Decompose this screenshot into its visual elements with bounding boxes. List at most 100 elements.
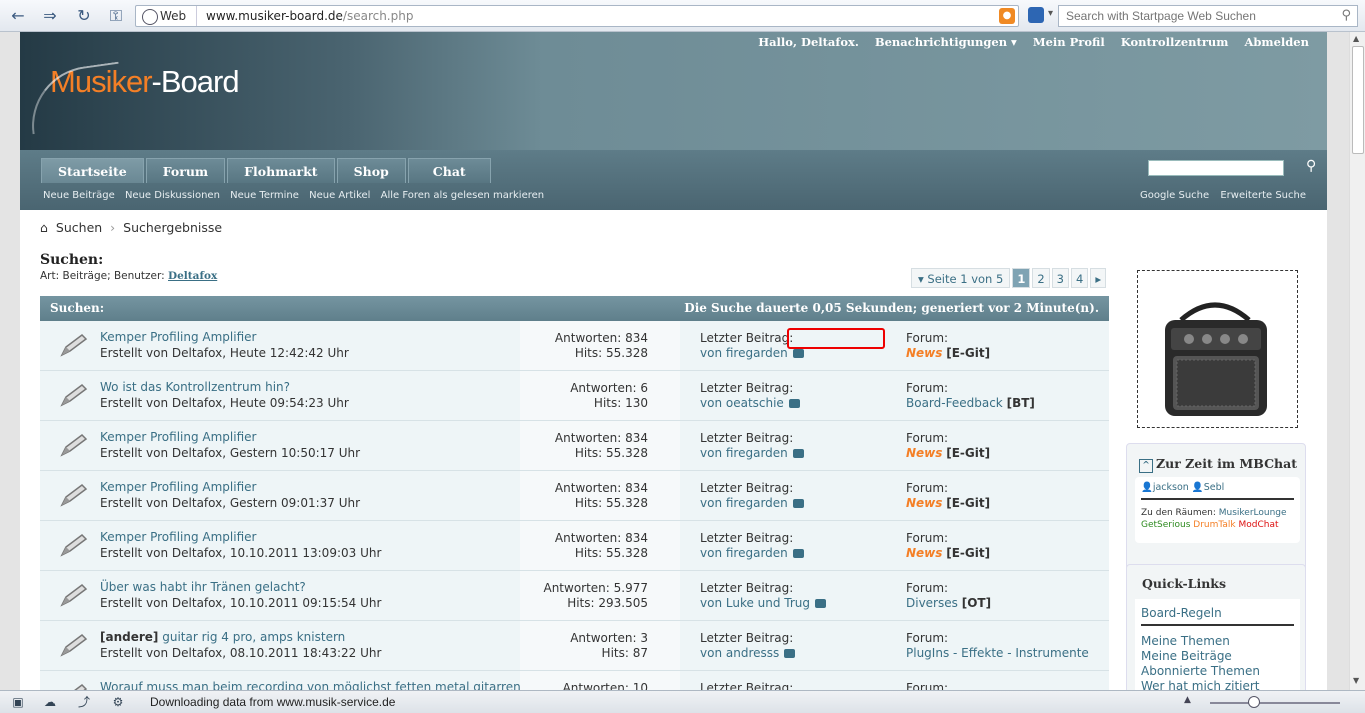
quick-link-my-threads[interactable]: Meine Themen <box>1141 634 1294 649</box>
forum-page: Musiker-Board Hallo, Deltafox. Benachric… <box>20 32 1327 690</box>
subnav-new-events[interactable]: Neue Termine <box>230 190 299 201</box>
last-post-author[interactable]: von firegarden <box>700 546 788 560</box>
quick-link-subscribed[interactable]: Abonnierte Themen <box>1141 664 1294 679</box>
page-dropdown[interactable]: ▾ Seite 1 von 5 <box>911 268 1011 288</box>
chat-user[interactable]: jackson <box>1153 482 1189 493</box>
tab-flohmarkt[interactable]: Flohmarkt <box>227 158 335 183</box>
quick-links-widget: Quick-Links Board-Regeln Meine Themen Me… <box>1126 564 1306 690</box>
tab-startseite[interactable]: Startseite <box>41 158 144 183</box>
forum-tag: [OT] <box>961 596 992 610</box>
forum-news[interactable]: News <box>906 446 942 460</box>
quick-link-my-posts[interactable]: Meine Beiträge <box>1141 649 1294 664</box>
go-to-post-icon[interactable] <box>784 649 796 658</box>
quick-link-quoted[interactable]: Wer hat mich zitiert <box>1141 679 1294 690</box>
thread-title[interactable]: Worauf muss man beim recording von mögli… <box>100 679 521 690</box>
thread-title[interactable]: Kemper Profiling Amplifier <box>100 329 349 345</box>
advanced-search-link[interactable]: Erweiterte Suche <box>1220 190 1306 201</box>
home-icon[interactable]: ⌂ <box>40 220 48 235</box>
browser-search-box[interactable]: ⚲ <box>1058 5 1358 27</box>
cloud-icon[interactable]: ☁ <box>42 695 58 709</box>
rss-icon[interactable]: ● <box>999 8 1015 24</box>
last-post-author[interactable]: von firegarden <box>700 496 788 510</box>
result-row: Kemper Profiling Amplifier Erstellt von D… <box>40 421 1109 471</box>
last-post-author[interactable]: von firegarden <box>700 346 788 360</box>
thread-title[interactable]: Wo ist das Kontrollzentrum hin? <box>100 379 349 395</box>
forum-name[interactable]: PlugIns - Effekte - Instrumente <box>906 646 1089 660</box>
site-logo[interactable]: Musiker-Board <box>24 61 240 135</box>
status-bar: ▣ ☁ ⤴ ⚙ Downloading data from www.musik-… <box>0 690 1365 713</box>
thread-title[interactable]: Über was habt ihr Tränen gelacht? <box>100 579 381 595</box>
forward-arrow-icon[interactable]: ⇒ <box>40 6 60 26</box>
pencil-icon <box>60 384 88 407</box>
go-to-post-icon[interactable] <box>792 349 804 358</box>
settings-icon[interactable]: ⚙ <box>110 695 126 709</box>
go-to-post-icon[interactable] <box>815 599 827 608</box>
control-panel-link[interactable]: Kontrollzentrum <box>1121 35 1229 49</box>
forum-news[interactable]: News <box>906 496 942 510</box>
browser-search-input[interactable] <box>1059 6 1329 26</box>
thread-title[interactable]: [andere] guitar rig 4 pro, amps knistern <box>100 629 381 645</box>
share-icon[interactable]: ⤴ <box>76 695 92 709</box>
back-arrow-icon[interactable]: ← <box>8 6 28 26</box>
room-link[interactable]: DrumTalk <box>1193 520 1235 530</box>
tab-shop[interactable]: Shop <box>336 158 406 183</box>
subnav-new-discussions[interactable]: Neue Diskussionen <box>125 190 220 201</box>
zoom-slider-handle[interactable] <box>1248 696 1260 708</box>
go-to-post-icon[interactable] <box>792 449 804 458</box>
subnav-mark-read[interactable]: Alle Foren als gelesen markieren <box>381 190 545 201</box>
room-link[interactable]: ModChat <box>1238 520 1278 530</box>
site-search-input[interactable] <box>1148 160 1284 176</box>
reload-icon[interactable]: ↻ <box>74 6 94 26</box>
profile-link[interactable]: Mein Profil <box>1033 35 1105 49</box>
thread-title-text: Kemper Profiling Amplifier <box>100 480 257 494</box>
vertical-scrollbar[interactable]: ▲ ▼ <box>1349 32 1365 690</box>
last-post-author[interactable]: von firegarden <box>700 446 788 460</box>
user-link[interactable]: Deltafox <box>168 270 217 282</box>
page-2[interactable]: 2 <box>1032 268 1050 288</box>
zoom-slider[interactable] <box>1210 702 1340 704</box>
scroll-down-icon[interactable]: ▼ <box>1353 676 1359 685</box>
notifications-link[interactable]: Benachrichtigungen ▾ <box>875 35 1017 49</box>
forum-news[interactable]: News <box>906 546 942 560</box>
tab-forum[interactable]: Forum <box>145 158 226 183</box>
breadcrumb-search[interactable]: Suchen <box>56 220 102 235</box>
forum-news[interactable]: News <box>906 346 942 360</box>
page-4[interactable]: 4 <box>1070 268 1089 288</box>
scrollbar-thumb[interactable] <box>1352 46 1364 154</box>
chat-title[interactable]: Zur Zeit im MBChat <box>1139 456 1297 473</box>
page-3[interactable]: 3 <box>1051 268 1069 288</box>
key-icon[interactable]: ⚿ <box>106 6 126 26</box>
zoom-menu-icon[interactable]: ▲ <box>1184 695 1191 705</box>
go-to-post-icon[interactable] <box>792 549 804 558</box>
room-link[interactable]: GetSerious <box>1141 520 1190 530</box>
thread-title[interactable]: Kemper Profiling Amplifier <box>100 479 360 495</box>
search-icon[interactable]: ⚲ <box>1306 158 1316 174</box>
thread-title[interactable]: Kemper Profiling Amplifier <box>100 529 381 545</box>
subnav-new-posts[interactable]: Neue Beiträge <box>43 190 115 201</box>
scroll-up-icon[interactable]: ▲ <box>1353 34 1359 43</box>
forum-name[interactable]: Diverses <box>906 596 958 610</box>
last-post-author[interactable]: von Luke und Trug <box>700 596 810 610</box>
thread-title[interactable]: Kemper Profiling Amplifier <box>100 429 360 445</box>
thread-stats: Antworten: 834 Hits: 55.328 <box>520 421 680 470</box>
search-icon[interactable]: ⚲ <box>1341 8 1351 23</box>
address-bar[interactable]: Web www.musiker-board.de/search.php ● <box>135 5 1019 27</box>
tab-chat[interactable]: Chat <box>407 158 491 183</box>
chat-user[interactable]: Sebl <box>1204 482 1225 493</box>
page-1[interactable]: 1 <box>1012 268 1031 288</box>
go-to-post-icon[interactable] <box>788 399 800 408</box>
go-to-post-icon[interactable] <box>792 499 804 508</box>
forum-name[interactable]: Board-Feedback <box>906 396 1003 410</box>
google-search-link[interactable]: Google Suche <box>1140 190 1209 201</box>
hit-count: Hits: 55.328 <box>574 546 648 560</box>
last-post-author[interactable]: von andresss <box>700 646 779 660</box>
panel-icon[interactable]: ▣ <box>10 695 26 709</box>
last-post-author[interactable]: von oeatschie <box>700 396 784 410</box>
next-page-button[interactable]: ▸ <box>1090 268 1107 288</box>
logout-link[interactable]: Abmelden <box>1244 35 1309 49</box>
url-text[interactable]: www.musiker-board.de/search.php <box>206 9 413 23</box>
search-engine-selector[interactable]: ▾ <box>1026 5 1060 27</box>
room-link[interactable]: MusikerLounge <box>1219 508 1287 518</box>
subnav-new-articles[interactable]: Neue Artikel <box>309 190 370 201</box>
quick-link-rules[interactable]: Board-Regeln <box>1141 606 1294 626</box>
